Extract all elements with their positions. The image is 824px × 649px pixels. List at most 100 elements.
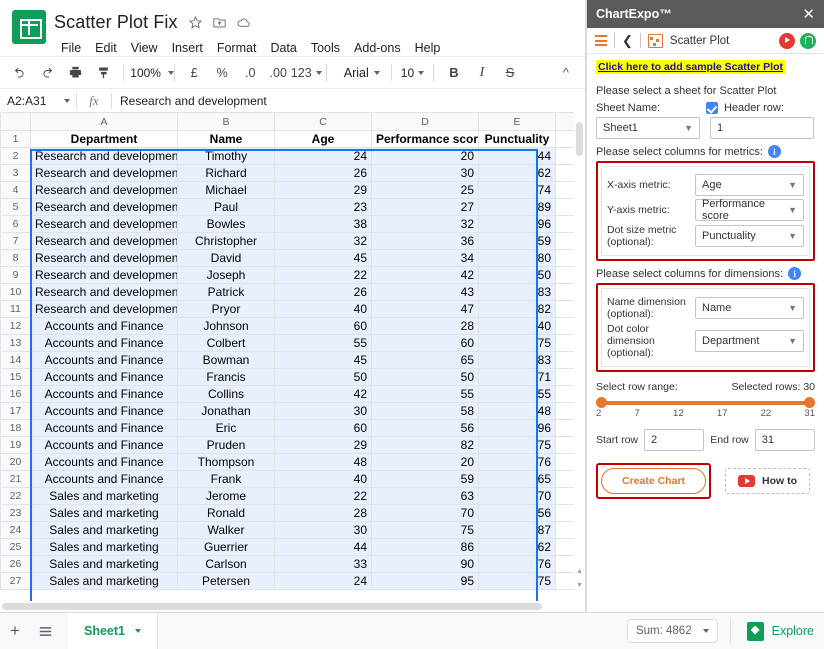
- cell-D5[interactable]: 27: [371, 198, 479, 216]
- cell-C5[interactable]: 23: [274, 198, 372, 216]
- row-header[interactable]: 25: [0, 538, 31, 556]
- cell-B27[interactable]: Petersen: [177, 572, 275, 590]
- table-row[interactable]: 23 Sales and marketing Ronald 28 70 56: [0, 504, 585, 522]
- table-row[interactable]: 6 Research and development Bowles 38 32 96: [0, 215, 585, 233]
- cell-D23[interactable]: 70: [371, 504, 479, 522]
- cell-D25[interactable]: 86: [371, 538, 479, 556]
- cell-C16[interactable]: 42: [274, 385, 372, 403]
- table-row[interactable]: 13 Accounts and Finance Colbert 55 60 75: [0, 334, 585, 352]
- cell-B12[interactable]: Johnson: [177, 317, 275, 335]
- cell-A17[interactable]: Accounts and Finance: [30, 402, 178, 420]
- cell-D18[interactable]: 56: [371, 419, 479, 437]
- cell-B13[interactable]: Colbert: [177, 334, 275, 352]
- explore-button[interactable]: Explore: [729, 619, 814, 643]
- cell-C24[interactable]: 30: [274, 521, 372, 539]
- table-row[interactable]: 14 Accounts and Finance Bowman 45 65 83: [0, 351, 585, 369]
- cell-B2[interactable]: Timothy: [177, 147, 275, 165]
- cell-D26[interactable]: 90: [371, 555, 479, 573]
- column-header-c[interactable]: C: [274, 112, 372, 131]
- column-header-d[interactable]: D: [371, 112, 479, 131]
- menu-item-tools[interactable]: Tools: [304, 38, 347, 58]
- menu-item-addons[interactable]: Add-ons: [347, 38, 408, 58]
- cell-E3[interactable]: 62: [478, 164, 556, 182]
- cell-D9[interactable]: 42: [371, 266, 479, 284]
- cell-A26[interactable]: Sales and marketing: [30, 555, 178, 573]
- cell-C26[interactable]: 33: [274, 555, 372, 573]
- scroll-up-arrow-icon[interactable]: ▲: [576, 568, 583, 575]
- formula-input[interactable]: Research and development: [112, 94, 267, 108]
- cell-E2[interactable]: 44: [478, 147, 556, 165]
- cell-C27[interactable]: 24: [274, 572, 372, 590]
- cell-C11[interactable]: 40: [274, 300, 372, 318]
- cell-C12[interactable]: 60: [274, 317, 372, 335]
- cloud-saved-icon[interactable]: [232, 10, 256, 34]
- row-header[interactable]: 23: [0, 504, 31, 522]
- add-sheet-icon[interactable]: +: [0, 616, 30, 646]
- cell-A2[interactable]: Research and development: [30, 147, 178, 165]
- cell-C17[interactable]: 30: [274, 402, 372, 420]
- collapse-toolbar-icon[interactable]: ^: [553, 60, 579, 86]
- table-row[interactable]: 25 Sales and marketing Guerrier 44 86 62: [0, 538, 585, 556]
- x-axis-metric-select[interactable]: Age ▼: [695, 174, 804, 196]
- cell-C19[interactable]: 29: [274, 436, 372, 454]
- cell-B14[interactable]: Bowman: [177, 351, 275, 369]
- increase-decimal-button[interactable]: .00: [265, 60, 291, 86]
- cell-E26[interactable]: 76: [478, 555, 556, 573]
- select-all-corner[interactable]: [0, 112, 31, 131]
- y-axis-metric-select[interactable]: Performance score ▼: [695, 198, 804, 222]
- cell-C4[interactable]: 29: [274, 181, 372, 199]
- start-row-input[interactable]: 2: [644, 429, 705, 452]
- cell-D7[interactable]: 36: [371, 232, 479, 250]
- cell-C8[interactable]: 45: [274, 249, 372, 267]
- bold-button[interactable]: B: [441, 60, 467, 86]
- cell-B5[interactable]: Paul: [177, 198, 275, 216]
- cell-E12[interactable]: 40: [478, 317, 556, 335]
- cell-D6[interactable]: 32: [371, 215, 479, 233]
- cell-A24[interactable]: Sales and marketing: [30, 521, 178, 539]
- cell-C15[interactable]: 50: [274, 368, 372, 386]
- cell-B7[interactable]: Christopher: [177, 232, 275, 250]
- move-to-folder-icon[interactable]: [208, 10, 232, 34]
- font-family-selector[interactable]: Arial: [334, 60, 384, 86]
- info-icon[interactable]: i: [788, 267, 802, 281]
- cell-C6[interactable]: 38: [274, 215, 372, 233]
- menu-item-data[interactable]: Data: [263, 38, 303, 58]
- cell-E10[interactable]: 83: [478, 283, 556, 301]
- row-header[interactable]: 26: [0, 555, 31, 573]
- chevron-down-icon[interactable]: [135, 629, 141, 633]
- cell-D2[interactable]: 20: [371, 147, 479, 165]
- table-row[interactable]: 7 Research and development Christopher 32 36…: [0, 232, 585, 250]
- row-header[interactable]: 12: [0, 317, 31, 335]
- cell-A6[interactable]: Research and development: [30, 215, 178, 233]
- table-row[interactable]: 24 Sales and marketing Walker 30 75 87: [0, 521, 585, 539]
- cell-C21[interactable]: 40: [274, 470, 372, 488]
- cell-B4[interactable]: Michael: [177, 181, 275, 199]
- redo-icon[interactable]: [34, 60, 60, 86]
- name-box[interactable]: A2:A31: [0, 94, 76, 108]
- cell-D14[interactable]: 65: [371, 351, 479, 369]
- cell-a1[interactable]: Department: [30, 130, 178, 148]
- cell-E15[interactable]: 71: [478, 368, 556, 386]
- cell-C9[interactable]: 22: [274, 266, 372, 284]
- cell-A14[interactable]: Accounts and Finance: [30, 351, 178, 369]
- cell-A3[interactable]: Research and development: [30, 164, 178, 182]
- cell-A11[interactable]: Research and development: [30, 300, 178, 318]
- table-row[interactable]: 9 Research and development Joseph 22 42 50: [0, 266, 585, 284]
- percent-format-button[interactable]: %: [209, 60, 235, 86]
- cell-A5[interactable]: Research and development: [30, 198, 178, 216]
- cell-B9[interactable]: Joseph: [177, 266, 275, 284]
- cell-A21[interactable]: Accounts and Finance: [30, 470, 178, 488]
- cell-D10[interactable]: 43: [371, 283, 479, 301]
- cell-C7[interactable]: 32: [274, 232, 372, 250]
- cell-A25[interactable]: Sales and marketing: [30, 538, 178, 556]
- row-header[interactable]: 5: [0, 198, 31, 216]
- table-row[interactable]: 2 Research and development Timothy 24 20 44: [0, 147, 585, 165]
- cell-B11[interactable]: Pryor: [177, 300, 275, 318]
- cell-A13[interactable]: Accounts and Finance: [30, 334, 178, 352]
- font-size-selector[interactable]: 10: [398, 60, 426, 86]
- cell-A10[interactable]: Research and development: [30, 283, 178, 301]
- cell-E23[interactable]: 56: [478, 504, 556, 522]
- cell-E19[interactable]: 75: [478, 436, 556, 454]
- cell-B17[interactable]: Jonathan: [177, 402, 275, 420]
- zoom-control[interactable]: 100%: [130, 60, 174, 86]
